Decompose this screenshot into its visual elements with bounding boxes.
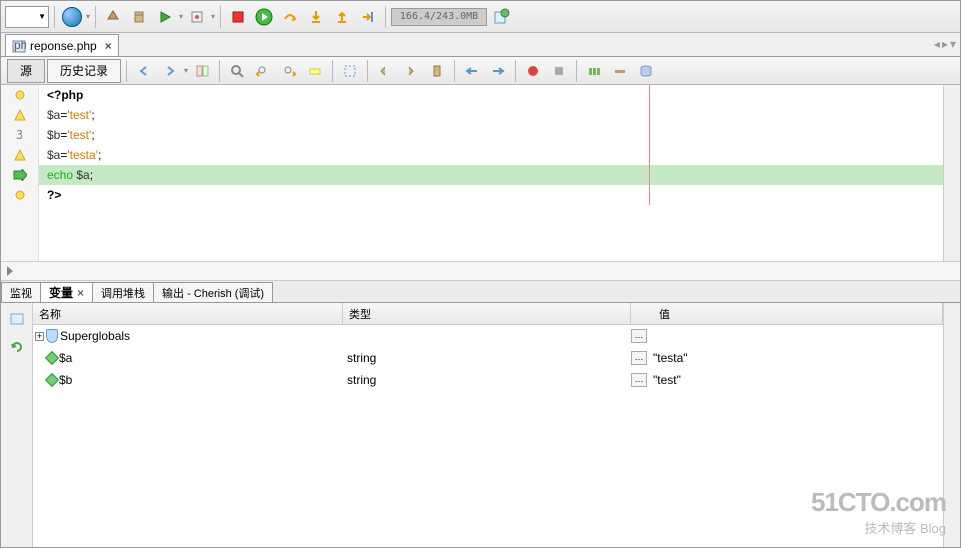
find-prev-icon[interactable] — [251, 59, 275, 83]
warning-icon — [14, 149, 26, 161]
config-dropdown[interactable]: ▼ — [5, 6, 49, 28]
shift-right-icon[interactable] — [486, 59, 510, 83]
breadcrumb[interactable] — [1, 261, 960, 281]
ellipsis-button[interactable]: … — [631, 351, 647, 365]
step-over-icon[interactable] — [278, 5, 302, 29]
tab-history[interactable]: 历史记录 — [47, 59, 121, 83]
globe-icon[interactable] — [60, 5, 84, 29]
line-number: 3 — [1, 125, 38, 145]
macro-stop-icon[interactable] — [547, 59, 571, 83]
scrollbar[interactable] — [943, 303, 960, 547]
clean-icon[interactable] — [127, 5, 151, 29]
expand-icon[interactable]: + — [35, 332, 44, 341]
run-to-cursor-icon[interactable] — [356, 5, 380, 29]
panel-action-icon[interactable] — [5, 307, 29, 331]
php-file-icon: php — [12, 39, 26, 53]
tab-source[interactable]: 源 — [7, 59, 45, 83]
gc-icon[interactable] — [489, 5, 513, 29]
ellipsis-button[interactable]: … — [631, 329, 647, 343]
editor-gutter: 3 — [1, 85, 39, 261]
shield-icon — [46, 329, 58, 343]
find-next-icon[interactable] — [277, 59, 301, 83]
nav-fwd-icon[interactable] — [158, 59, 182, 83]
tab-callstack[interactable]: 调用堆栈 — [92, 282, 154, 302]
scrollbar[interactable] — [943, 85, 960, 261]
table-row[interactable]: $b string …"test" — [33, 369, 943, 391]
variables-panel: 名称 类型 值 +Superglobals … $a string …"test… — [1, 303, 960, 547]
shift-left-icon[interactable] — [460, 59, 484, 83]
col-type[interactable]: 类型 — [343, 303, 631, 324]
highlight-icon[interactable] — [303, 59, 327, 83]
diamond-icon — [45, 351, 59, 365]
run-icon[interactable] — [153, 5, 177, 29]
close-icon[interactable]: × — [105, 39, 112, 53]
prev-bm-icon[interactable] — [373, 59, 397, 83]
next-bm-icon[interactable] — [399, 59, 423, 83]
tab-nav: ◂ ▸ ▾ — [934, 37, 956, 51]
warning-icon — [14, 109, 26, 121]
panel-sidebar — [1, 303, 33, 547]
editor-sub-toolbar: 源 历史记录 ▾ — [1, 57, 960, 85]
continue-icon[interactable] — [252, 5, 276, 29]
chevron-right-icon — [7, 266, 13, 276]
diff-icon[interactable] — [190, 59, 214, 83]
debug-icon[interactable] — [185, 5, 209, 29]
build-icon[interactable] — [101, 5, 125, 29]
tab-list-icon[interactable]: ▾ — [950, 37, 956, 51]
tab-prev-icon[interactable]: ◂ — [934, 37, 940, 51]
editor-tabbar: php reponse.php × ◂ ▸ ▾ — [1, 33, 960, 57]
panel-refresh-icon[interactable] — [5, 335, 29, 359]
diamond-icon — [45, 373, 59, 387]
tab-watch[interactable]: 监视 — [1, 282, 41, 302]
hint-icon — [14, 89, 26, 101]
main-toolbar: ▼ ▾ ▾ ▾ 166.4/243.0MB — [1, 1, 960, 33]
toggle-bm-icon[interactable] — [425, 59, 449, 83]
uncomment-icon[interactable] — [608, 59, 632, 83]
file-tab-label: reponse.php — [30, 39, 97, 53]
code-text: <?php — [47, 88, 83, 102]
comment-icon[interactable] — [582, 59, 606, 83]
table-row[interactable]: +Superglobals … — [33, 325, 943, 347]
current-line-icon — [13, 169, 27, 181]
find-sel-icon[interactable] — [225, 59, 249, 83]
db-icon[interactable] — [634, 59, 658, 83]
hint-icon — [14, 189, 26, 201]
col-name[interactable]: 名称 — [33, 303, 343, 324]
tab-output[interactable]: 输出 - Cherish (调试) — [153, 282, 273, 302]
file-tab-reponse[interactable]: php reponse.php × — [5, 34, 119, 56]
stop-icon[interactable] — [226, 5, 250, 29]
code-editor[interactable]: 3 <?php $a='test'; $b='test'; $a='testa'… — [1, 85, 960, 261]
tab-variables[interactable]: 变量× — [40, 282, 93, 302]
variables-header: 名称 类型 值 — [33, 303, 943, 325]
select-rect-icon[interactable] — [338, 59, 362, 83]
macro-rec-icon[interactable] — [521, 59, 545, 83]
step-into-icon[interactable] — [304, 5, 328, 29]
nav-back-icon[interactable] — [132, 59, 156, 83]
ellipsis-button[interactable]: … — [631, 373, 647, 387]
tab-next-icon[interactable]: ▸ — [942, 37, 948, 51]
col-value[interactable]: 值 — [631, 303, 943, 324]
table-row[interactable]: $a string …"testa" — [33, 347, 943, 369]
debug-panel-tabs: 监视 变量× 调用堆栈 输出 - Cherish (调试) — [1, 281, 960, 303]
step-out-icon[interactable] — [330, 5, 354, 29]
close-icon[interactable]: × — [77, 286, 84, 300]
svg-text:php: php — [14, 39, 26, 52]
memory-indicator: 166.4/243.0MB — [391, 8, 487, 26]
